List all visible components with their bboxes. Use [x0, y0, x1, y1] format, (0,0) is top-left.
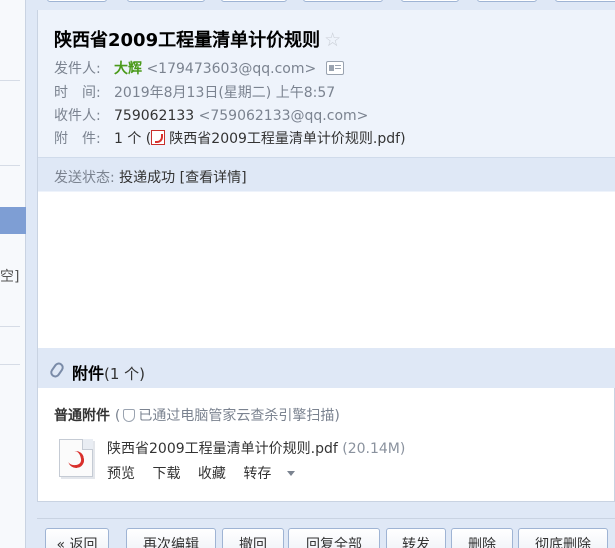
recipient-label: 收件人:: [54, 108, 101, 124]
attachment-kind: 普通附件 ( 已通过电脑管家云查杀引擎扫描): [54, 405, 340, 425]
attachments-title-text: 附件: [72, 364, 105, 383]
top-toolbar-button[interactable]: [555, 0, 615, 2]
sidebar-selected-item[interactable]: [0, 207, 26, 234]
mail-header: 陕西省2009工程量清单计价规则 ☆ 发件人: 大辉 <179473603@qq.c…: [37, 10, 615, 192]
top-toolbar-button[interactable]: [221, 0, 287, 2]
sender-label: 发件人:: [54, 61, 101, 77]
back-button[interactable]: « 返回: [45, 528, 109, 548]
recipient-row: 收件人: 759062133 <759062133@qq.com>: [54, 105, 368, 125]
send-status-bar: 发送状态: 投递成功 [查看详情]: [38, 157, 615, 191]
paperclip-icon: [48, 360, 66, 380]
send-status-label: 发送状态:: [54, 170, 115, 186]
sidebar-item-label[interactable]: 空]: [0, 266, 19, 286]
download-link[interactable]: 下载: [152, 466, 180, 482]
sender-row: 发件人: 大辉 <179473603@qq.com>: [54, 58, 345, 78]
save-to-label: 转存: [243, 466, 272, 482]
mail-subject: 陕西省2009工程量清单计价规则 ☆: [54, 26, 341, 52]
favorite-link[interactable]: 收藏: [198, 466, 226, 482]
top-toolbar-button[interactable]: [127, 0, 205, 2]
time-value: 2019年8月13日(星期二) 上午8:57: [114, 85, 336, 101]
save-to-dropdown[interactable]: 转存: [243, 466, 308, 482]
attachment-close-paren: ): [400, 131, 406, 147]
preview-link[interactable]: 预览: [107, 466, 135, 482]
chevron-down-icon: [287, 471, 296, 476]
top-toolbar: [37, 0, 615, 10]
recall-button[interactable]: 撤回: [222, 528, 284, 548]
scan-open-paren: (: [114, 408, 121, 424]
attachment-file-size: (20.14M): [342, 441, 406, 457]
sidebar-divider: [0, 165, 20, 166]
attachment-summary-row: 附 件: 1 个 ( 陕西省2009工程量清单计价规则.pdf): [54, 128, 406, 148]
attachment-label: 附 件:: [54, 131, 101, 147]
sidebar-divider: [0, 80, 20, 81]
pdf-file-icon: [151, 130, 166, 145]
send-status-row: 发送状态: 投递成功 [查看详情]: [54, 167, 247, 187]
star-icon[interactable]: ☆: [324, 29, 341, 51]
scan-status-text: 已通过电脑管家云查杀引擎扫描): [138, 408, 340, 424]
send-status-value: 投递成功: [119, 170, 176, 186]
pdf-file-icon[interactable]: [59, 439, 93, 477]
delete-permanently-button[interactable]: 彻底删除: [518, 528, 608, 548]
top-toolbar-button[interactable]: [303, 0, 383, 2]
scan-status: ( 已通过电脑管家云查杀引擎扫描): [115, 408, 340, 424]
time-row: 时 间: 2019年8月13日(星期二) 上午8:57: [54, 82, 335, 102]
bottom-toolbar: « 返回 再次编辑 撤回 回复全部 转发 删除 彻底删除: [37, 518, 615, 548]
attachments-body: 普通附件 ( 已通过电脑管家云查杀引擎扫描) 陕西省2009工程量清单计价规则.p…: [37, 388, 615, 502]
edit-again-button[interactable]: 再次编辑: [126, 528, 216, 548]
attachments-count: (1 个): [104, 365, 146, 383]
attachments-title: 附件(1 个): [72, 360, 145, 384]
recipient-name[interactable]: 759062133: [114, 108, 194, 124]
recipient-email[interactable]: <759062133@qq.com>: [199, 108, 369, 124]
left-sidebar: 空]: [0, 0, 26, 548]
sidebar-divider: [0, 364, 20, 365]
shield-icon: [123, 409, 136, 422]
attachment-file-name[interactable]: 陕西省2009工程量清单计价规则.pdf: [107, 441, 338, 457]
attachment-kind-label: 普通附件: [54, 408, 110, 424]
forward-button[interactable]: 转发: [386, 528, 446, 548]
subject-text: 陕西省2009工程量清单计价规则: [54, 30, 321, 51]
sender-name[interactable]: 大辉: [114, 61, 142, 77]
attachment-summary-link[interactable]: 陕西省2009工程量清单计价规则.pdf: [169, 131, 400, 147]
top-toolbar-button[interactable]: [477, 0, 537, 2]
attachment-file: 陕西省2009工程量清单计价规则.pdf (20.14M): [107, 438, 405, 458]
top-toolbar-button[interactable]: [47, 0, 107, 2]
sidebar-divider: [0, 326, 20, 327]
reply-all-button[interactable]: 回复全部: [288, 528, 380, 548]
delete-button[interactable]: 删除: [451, 528, 513, 548]
top-toolbar-button[interactable]: [401, 0, 459, 2]
view-details-link[interactable]: [查看详情]: [180, 170, 247, 186]
attachment-count: 1 个 (: [114, 131, 152, 147]
mail-body: [37, 192, 615, 348]
attachments-header: 附件(1 个): [37, 348, 615, 388]
time-label: 时 间:: [54, 85, 101, 101]
pdf-glyph: [66, 449, 86, 470]
contact-card-icon[interactable]: [326, 61, 345, 75]
sender-email[interactable]: <179473603@qq.com>: [146, 61, 316, 77]
attachment-actions: 预览 下载 收藏 转存: [107, 463, 321, 483]
